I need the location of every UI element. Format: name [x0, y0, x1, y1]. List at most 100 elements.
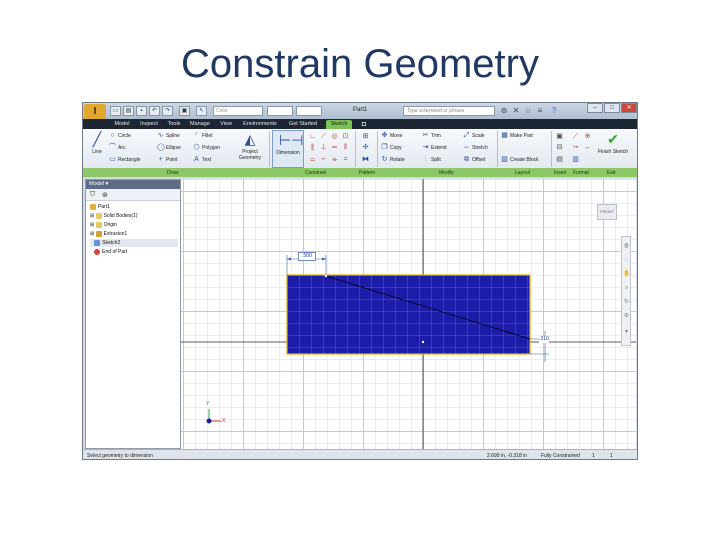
minimize-icon[interactable]: – — [587, 103, 603, 113]
centerline-icon[interactable]: ⊸ — [571, 144, 580, 152]
copy-button[interactable]: ❐ Copy — [381, 144, 401, 152]
trim-button[interactable]: ✂ Trim — [422, 132, 441, 140]
filter-icon[interactable]: ⛉ — [90, 191, 95, 199]
polygon-button[interactable]: ⬡ Polygon — [193, 144, 220, 152]
offset-button[interactable]: ⧉ Offset — [463, 156, 485, 164]
arc-button[interactable]: ⌒ Arc — [109, 144, 126, 152]
pan-icon[interactable]: ✋ — [623, 271, 630, 278]
line-button[interactable]: ╱ Line — [86, 130, 108, 168]
panel-toggle-icon[interactable]: ◘ — [357, 120, 371, 129]
coincident-icon[interactable]: ∟ — [308, 133, 317, 141]
collinear-icon[interactable]: ⟋ — [319, 133, 328, 141]
tab-view[interactable]: View — [217, 120, 235, 129]
star-icon[interactable]: ☆ — [523, 106, 533, 116]
help-icon[interactable]: ? — [549, 106, 559, 116]
driven-dimension-icon[interactable]: ↔ — [583, 144, 592, 152]
fix-icon[interactable]: ⊡ — [341, 133, 350, 141]
split-button[interactable]: ⫶ Split — [422, 156, 441, 164]
smooth-icon[interactable]: ∽ — [319, 156, 328, 164]
dimension-top-label[interactable]: .500 — [298, 252, 316, 261]
select-icon[interactable]: ↖ — [196, 106, 207, 116]
maximize-icon[interactable]: □ — [604, 103, 620, 113]
rectangular-pattern-icon[interactable]: ⊞ — [361, 133, 370, 141]
scale-button[interactable]: ⤢ Scale — [463, 132, 485, 140]
extend-button[interactable]: ⇥ Extend — [422, 144, 447, 152]
show-format-icon[interactable]: ▥ — [571, 156, 580, 164]
dimension-right-label[interactable]: .310 — [539, 336, 549, 343]
center-point-icon[interactable]: ⊕ — [583, 133, 592, 141]
insert-acad-icon[interactable]: ▤ — [555, 156, 564, 164]
redo-icon[interactable]: ↷ — [162, 106, 173, 116]
parallel-icon[interactable]: ∥ — [308, 144, 317, 152]
horizontal-icon[interactable]: ═ — [330, 144, 339, 152]
text-button[interactable]: A Text — [193, 156, 211, 164]
concentric-icon[interactable]: ◎ — [330, 133, 339, 141]
tab-get-started[interactable]: Get Started — [285, 120, 321, 129]
panel-format[interactable]: Format — [573, 169, 589, 177]
construction-icon[interactable]: ⟋ — [571, 133, 580, 141]
tab-inspect[interactable]: Inspect — [137, 120, 161, 129]
layer-combo-2[interactable] — [296, 106, 322, 116]
panel-draw[interactable]: Draw — [167, 169, 179, 177]
symmetric-icon[interactable]: ⌯ — [330, 156, 339, 164]
new-icon[interactable]: ▭ — [110, 106, 121, 116]
point-button[interactable]: + Point — [157, 156, 177, 164]
make-part-button[interactable]: ▦ Make Part — [501, 132, 533, 140]
search-input[interactable]: Type a keyword or phrase — [403, 106, 495, 116]
mirror-icon[interactable]: ⧓ — [361, 156, 370, 164]
full-nav-icon[interactable]: ◌ — [623, 257, 630, 264]
find-icon[interactable]: ⊛ — [102, 191, 108, 199]
move-button[interactable]: ✥ Move — [381, 132, 403, 140]
insert-image-icon[interactable]: ▣ — [555, 133, 564, 141]
orbit-icon[interactable]: ↻ — [623, 299, 630, 306]
create-block-button[interactable]: ▧ Create Block — [501, 156, 538, 164]
browser-header[interactable]: Model ▾ — [86, 180, 180, 189]
application-menu-button[interactable]: I — [84, 104, 106, 120]
layer-combo[interactable] — [267, 106, 293, 116]
stretch-button[interactable]: ⇔ Stretch — [463, 144, 488, 152]
dimension-button[interactable]: ⊢⊣ Dimension — [272, 130, 304, 168]
ellipse-button[interactable]: ◯Ellipse — [157, 144, 181, 152]
insert-points-icon[interactable]: ⊟ — [555, 144, 564, 152]
undo-icon[interactable]: ↶ — [149, 106, 160, 116]
tree-item-sketch[interactable]: Sketch2 — [90, 239, 178, 247]
folder-icon[interactable]: ▣ — [179, 106, 190, 116]
tab-environments[interactable]: Environments — [239, 120, 281, 129]
vertical-icon[interactable]: ‖ — [341, 144, 350, 152]
view-cube[interactable]: FRONT — [597, 204, 617, 220]
tab-tools[interactable]: Tools — [165, 120, 183, 129]
panel-constrain[interactable]: Constrain — [305, 169, 326, 177]
binoculars-icon[interactable]: ⊛ — [499, 106, 509, 116]
tangent-icon[interactable]: ⌓ — [308, 156, 317, 164]
sketch-point[interactable] — [421, 340, 425, 344]
equal-icon[interactable]: = — [341, 156, 350, 164]
list-icon[interactable]: ≡ — [535, 106, 545, 116]
perpendicular-icon[interactable]: ⊥ — [319, 144, 328, 152]
close-icon[interactable]: ✕ — [621, 103, 637, 113]
finish-sketch-button[interactable]: ✔ Finish Sketch — [598, 130, 628, 168]
tab-sketch[interactable]: Sketch — [326, 120, 352, 129]
save-icon[interactable]: ▪ — [136, 106, 147, 116]
tab-model[interactable]: Model — [111, 120, 133, 129]
fillet-button[interactable]: ◜ Fillet — [193, 132, 212, 140]
graphics-window[interactable]: .500 .310 X Y — [181, 179, 636, 449]
circular-pattern-icon[interactable]: ✣ — [361, 144, 370, 152]
tree-item-origin[interactable]: ⊞ Origin — [90, 221, 117, 229]
steering-wheel-icon[interactable]: ◍ — [623, 243, 630, 250]
tree-item-solid-bodies[interactable]: ⊞ Solid Bodies(1) — [90, 212, 138, 220]
circle-button[interactable]: ○ Circle — [109, 132, 130, 140]
project-geometry-button[interactable]: ◭ Project Geometry — [235, 130, 265, 168]
sketch-point[interactable] — [324, 274, 328, 278]
look-at-icon[interactable]: ⊛ — [623, 313, 630, 320]
style-combo[interactable]: Color — [213, 106, 263, 116]
zoom-icon[interactable]: ⌕ — [623, 285, 630, 292]
spline-button[interactable]: ∿ Spline — [157, 132, 180, 140]
rectangle-button[interactable]: ▭ Rectangle — [109, 156, 140, 164]
rotate-button[interactable]: ↻ Rotate — [381, 156, 405, 164]
tab-manage[interactable]: Manage — [187, 120, 213, 129]
sketch-rectangle[interactable] — [286, 274, 531, 355]
open-icon[interactable]: ▤ — [123, 106, 134, 116]
tree-item-extrusion[interactable]: ⊞ Extrusion1 — [90, 230, 127, 238]
community-icon[interactable]: ✕ — [511, 106, 521, 116]
chevron-down-icon[interactable]: ▾ — [623, 329, 630, 336]
